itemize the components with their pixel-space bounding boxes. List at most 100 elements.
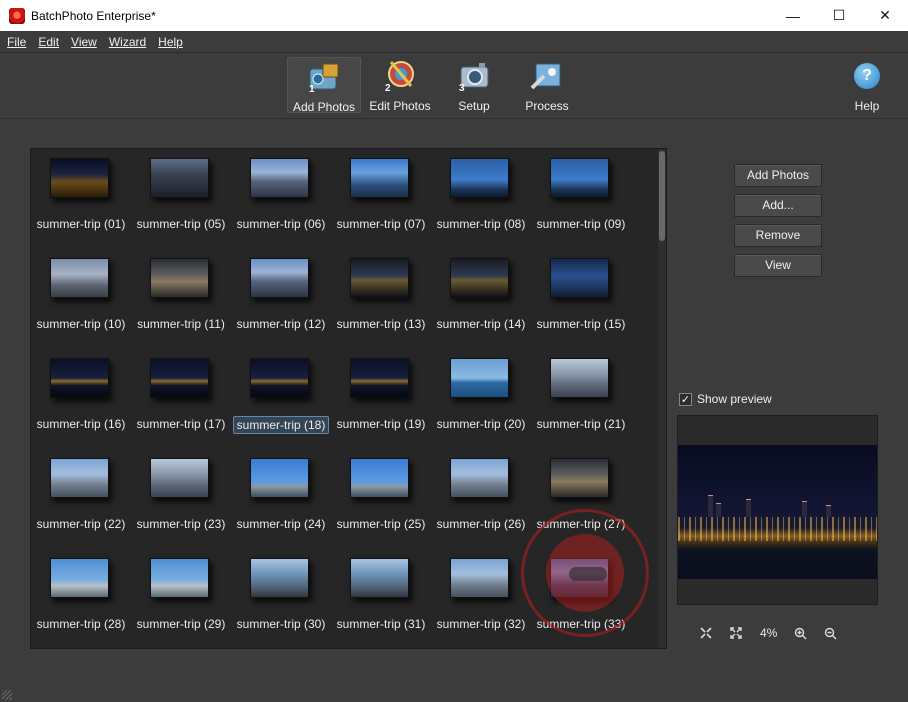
photo-thumbnail-item[interactable]: summer-trip (20) xyxy=(431,349,531,449)
help-icon: ? xyxy=(850,60,884,92)
menu-wizard[interactable]: Wizard xyxy=(104,35,151,49)
photo-thumbnail-image[interactable] xyxy=(50,458,109,498)
photo-thumbnail-item[interactable]: summer-trip (09) xyxy=(531,149,631,249)
help-button[interactable]: ? Help xyxy=(842,57,892,113)
show-preview-checkbox[interactable]: ✓ xyxy=(679,392,692,406)
show-preview-toggle[interactable]: ✓ Show preview xyxy=(679,392,772,406)
resize-grip[interactable] xyxy=(2,690,12,700)
photo-thumbnail-item[interactable]: summer-trip (17) xyxy=(131,349,231,449)
add-button[interactable]: Add... xyxy=(734,194,822,217)
photo-thumbnail-image[interactable] xyxy=(250,458,309,498)
add-photos-button[interactable]: Add Photos xyxy=(734,164,822,187)
photo-thumbnail-item[interactable]: summer-trip (01) xyxy=(31,149,131,249)
edit-photos-icon: 2 xyxy=(383,60,417,94)
scrollbar-thumb[interactable] xyxy=(659,151,665,241)
photo-thumbnail-image[interactable] xyxy=(150,458,209,498)
menu-edit[interactable]: Edit xyxy=(33,35,64,49)
photo-thumbnail-image[interactable] xyxy=(150,358,209,398)
photo-thumbnail-item[interactable]: summer-trip (21) xyxy=(531,349,631,449)
photo-thumbnail-item[interactable]: summer-trip (25) xyxy=(331,449,431,549)
photo-thumbnail-image[interactable] xyxy=(550,158,609,198)
photo-thumbnail-image[interactable] xyxy=(450,358,509,398)
photo-grid[interactable]: summer-trip (01) summer-trip (05) summer-t… xyxy=(30,148,667,649)
menu-help[interactable]: Help xyxy=(153,35,188,49)
photo-thumbnail-item[interactable]: summer-trip (33) xyxy=(531,549,631,648)
photo-thumbnail-image[interactable] xyxy=(450,458,509,498)
zoom-in-icon[interactable] xyxy=(791,624,809,642)
photo-thumbnail-label: summer-trip (15) xyxy=(536,317,626,331)
photo-thumbnail-item[interactable]: summer-trip (05) xyxy=(131,149,231,249)
photo-thumbnail-image[interactable] xyxy=(50,358,109,398)
photo-thumbnail-image[interactable] xyxy=(50,258,109,298)
photo-thumbnail-item[interactable]: summer-trip (14) xyxy=(431,249,531,349)
view-button[interactable]: View xyxy=(734,254,822,277)
show-preview-label: Show preview xyxy=(697,392,772,406)
photo-thumbnail-item[interactable]: summer-trip (22) xyxy=(31,449,131,549)
tool-setup[interactable]: 3 Setup xyxy=(445,57,503,113)
photo-thumbnail-image[interactable] xyxy=(350,358,409,398)
photo-thumbnail-label: summer-trip (16) xyxy=(36,417,126,431)
photo-thumbnail-image[interactable] xyxy=(250,158,309,198)
help-glyph: ? xyxy=(854,63,880,89)
zoom-out-icon[interactable] xyxy=(821,624,839,642)
photo-thumbnail-image[interactable] xyxy=(550,258,609,298)
photo-thumbnail-item[interactable]: summer-trip (16) xyxy=(31,349,131,449)
photo-thumbnail-item[interactable]: summer-trip (29) xyxy=(131,549,231,648)
tool-edit-photos[interactable]: 2 Edit Photos xyxy=(366,57,434,113)
tool-label: Setup xyxy=(458,99,490,113)
photo-thumbnail-image[interactable] xyxy=(450,158,509,198)
photo-thumbnail-item[interactable]: summer-trip (28) xyxy=(31,549,131,648)
photo-thumbnail-image[interactable] xyxy=(150,158,209,198)
photo-thumbnail-item[interactable]: summer-trip (11) xyxy=(131,249,231,349)
photo-thumbnail-image[interactable] xyxy=(450,558,509,598)
photo-thumbnail-image[interactable] xyxy=(250,558,309,598)
photo-thumbnail-image[interactable] xyxy=(550,458,609,498)
photo-thumbnail-item[interactable]: summer-trip (30) xyxy=(231,549,331,648)
photo-thumbnail-item[interactable]: summer-trip (06) xyxy=(231,149,331,249)
menu-file[interactable]: File xyxy=(2,35,31,49)
photo-thumbnail-image[interactable] xyxy=(350,158,409,198)
photo-thumbnail-item[interactable]: summer-trip (07) xyxy=(331,149,431,249)
photo-thumbnail-label: summer-trip (32) xyxy=(436,617,526,631)
photo-thumbnail-item[interactable]: summer-trip (27) xyxy=(531,449,631,549)
maximize-button[interactable]: ☐ xyxy=(816,0,862,31)
remove-button[interactable]: Remove xyxy=(734,224,822,247)
photo-thumbnail-item[interactable]: summer-trip (19) xyxy=(331,349,431,449)
tool-process[interactable]: Process xyxy=(519,57,575,113)
photo-thumbnail-image[interactable] xyxy=(550,358,609,398)
photo-thumbnail-image[interactable] xyxy=(350,458,409,498)
photo-thumbnail-image[interactable] xyxy=(50,558,109,598)
photo-thumbnail-image[interactable] xyxy=(350,258,409,298)
photo-thumbnail-item[interactable]: summer-trip (12) xyxy=(231,249,331,349)
photo-thumbnail-label: summer-trip (24) xyxy=(236,517,326,531)
photo-thumbnail-item[interactable]: summer-trip (13) xyxy=(331,249,431,349)
photo-thumbnail-item[interactable]: summer-trip (32) xyxy=(431,549,531,648)
menu-view[interactable]: View xyxy=(66,35,102,49)
photo-thumbnail-image[interactable] xyxy=(450,258,509,298)
fit-to-window-icon[interactable] xyxy=(697,624,715,642)
photo-thumbnail-item[interactable]: summer-trip (26) xyxy=(431,449,531,549)
minimize-button[interactable]: — xyxy=(770,0,816,31)
photo-thumbnail-item[interactable]: summer-trip (18) xyxy=(231,349,331,449)
photo-thumbnail-item[interactable]: summer-trip (24) xyxy=(231,449,331,549)
photo-thumbnail-image[interactable] xyxy=(250,358,309,398)
photo-thumbnail-item[interactable]: summer-trip (23) xyxy=(131,449,231,549)
title-bar: BatchPhoto Enterprise* — ☐ ✕ xyxy=(0,0,908,31)
photo-thumbnail-item[interactable]: summer-trip (15) xyxy=(531,249,631,349)
tool-add-photos[interactable]: 1 Add Photos xyxy=(287,57,361,114)
photo-thumbnail-item[interactable]: summer-trip (31) xyxy=(331,549,431,648)
photo-thumbnail-image[interactable] xyxy=(150,258,209,298)
vertical-scrollbar[interactable] xyxy=(658,149,666,648)
photo-thumbnail-item[interactable]: summer-trip (10) xyxy=(31,249,131,349)
photo-thumbnail-image[interactable] xyxy=(150,558,209,598)
photo-thumbnail-image[interactable] xyxy=(250,258,309,298)
photo-thumbnail-label: summer-trip (06) xyxy=(236,217,326,231)
photo-thumbnail-image[interactable] xyxy=(550,558,609,598)
close-button[interactable]: ✕ xyxy=(862,0,908,31)
actual-size-icon[interactable] xyxy=(727,624,745,642)
window-title: BatchPhoto Enterprise* xyxy=(31,8,156,23)
photo-thumbnail-image[interactable] xyxy=(50,158,109,198)
photo-thumbnail-image[interactable] xyxy=(350,558,409,598)
photo-thumbnail-label: summer-trip (19) xyxy=(336,417,426,431)
photo-thumbnail-item[interactable]: summer-trip (08) xyxy=(431,149,531,249)
